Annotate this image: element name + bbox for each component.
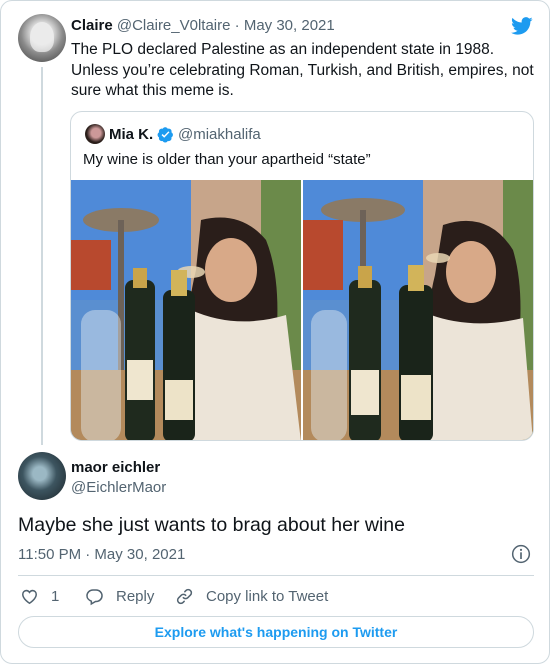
verified-badge-icon	[157, 127, 173, 143]
reply-icon	[86, 588, 103, 605]
reply-tweet-text: Maybe she just wants to brag about her w…	[18, 514, 405, 536]
author-handle[interactable]: @Claire_V0ltaire	[117, 17, 231, 34]
quoted-photo-1[interactable]	[71, 180, 301, 440]
quoted-author-handle[interactable]: @miakhalifa	[178, 126, 261, 143]
quoted-photo-2[interactable]	[303, 180, 533, 440]
copy-link-label: Copy link to Tweet	[206, 587, 329, 605]
tweet-text: The PLO declared Palestine as an indepen…	[71, 41, 534, 99]
link-icon	[176, 588, 193, 604]
reply-author-handle[interactable]: @EichlerMaor	[71, 479, 166, 496]
copy-link-button[interactable]: Copy link to Tweet	[175, 586, 328, 606]
tweet-date[interactable]: May 30, 2021	[244, 17, 335, 34]
quoted-author-name[interactable]: Mia K.	[109, 126, 153, 143]
actions-divider	[18, 575, 534, 576]
quoted-tweet-text: My wine is older than your apartheid “st…	[83, 151, 371, 168]
explore-twitter-button[interactable]: Explore what's happening on Twitter	[18, 616, 534, 648]
info-icon[interactable]	[511, 544, 531, 564]
embedded-tweet-card: Claire @Claire_V0ltaire · May 30, 2021 T…	[0, 0, 550, 664]
avatar-claire[interactable]	[18, 14, 66, 62]
like-button[interactable]: 1	[20, 586, 59, 606]
tweet-header: Claire @Claire_V0ltaire · May 30, 2021	[71, 17, 335, 35]
author-name[interactable]: Claire	[71, 17, 113, 34]
avatar-mia[interactable]	[85, 124, 105, 144]
reply-timestamp[interactable]: 11:50 PM · May 30, 2021	[18, 546, 185, 563]
reply-label: Reply	[116, 587, 155, 605]
quoted-tweet[interactable]: Mia K. @miakhalifa My wine is older than…	[70, 111, 534, 441]
thread-connector-line	[41, 67, 43, 445]
header-separator: ·	[234, 17, 240, 34]
reply-author-name[interactable]: maor eichler	[71, 459, 160, 476]
twitter-logo-icon[interactable]	[510, 15, 534, 37]
avatar-maor[interactable]	[18, 452, 66, 500]
like-count: 1	[51, 587, 60, 605]
heart-icon	[22, 589, 37, 604]
reply-button[interactable]: Reply	[85, 586, 154, 606]
